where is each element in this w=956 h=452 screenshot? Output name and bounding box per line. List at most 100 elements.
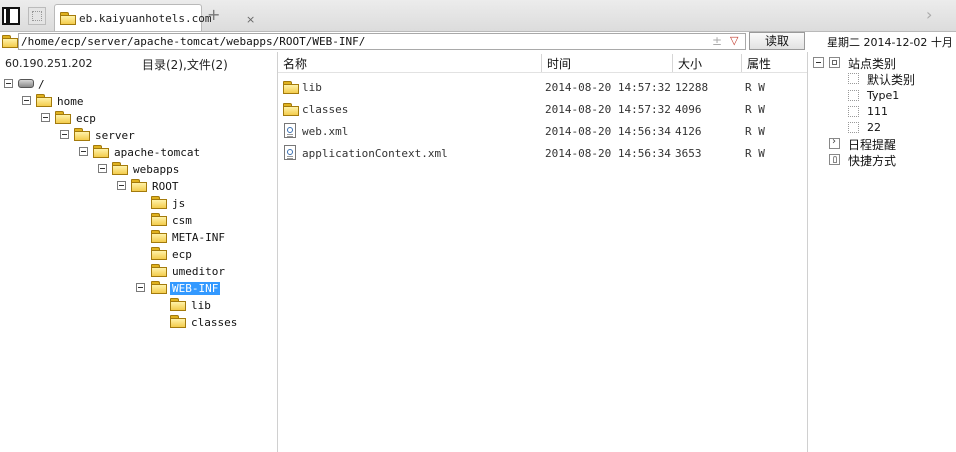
column-header-time[interactable]: 时间 xyxy=(547,55,571,72)
shortcuts-label: 快捷方式 xyxy=(848,154,897,168)
folder-icon xyxy=(283,103,299,116)
row-size: 4096 xyxy=(675,103,702,116)
schedule-label: 日程提醒 xyxy=(848,138,897,152)
path-input[interactable] xyxy=(18,33,746,50)
tree-label: ecp xyxy=(172,248,192,261)
folder-icon xyxy=(170,315,186,328)
collapse-icon[interactable] xyxy=(22,96,31,105)
folder-icon xyxy=(283,81,299,94)
collapse-icon[interactable] xyxy=(79,147,88,156)
tree-label: js xyxy=(172,197,186,210)
column-header-size[interactable]: 大小 xyxy=(678,55,702,72)
folder-icon xyxy=(151,213,167,226)
close-tab-icon[interactable]: × xyxy=(246,13,255,26)
row-size: 12288 xyxy=(675,81,709,94)
folder-icon xyxy=(93,145,109,158)
read-button[interactable]: 读取 xyxy=(749,32,805,50)
tree-label: server xyxy=(95,129,135,142)
shortcut-icon xyxy=(829,154,840,165)
header-divider xyxy=(278,72,807,73)
table-row[interactable]: classes 2014-08-20 14:57:32 4096 R W xyxy=(280,99,806,120)
collapse-icon[interactable] xyxy=(60,130,69,139)
folder-icon xyxy=(151,247,167,260)
folder-icon xyxy=(151,281,167,294)
row-name: web.xml xyxy=(302,125,349,138)
folder-icon xyxy=(151,230,167,243)
row-time: 2014-08-20 14:57:32 xyxy=(545,103,671,116)
row-attr: R W xyxy=(745,81,765,94)
row-name: classes xyxy=(302,103,349,116)
folder-icon xyxy=(74,128,90,141)
folder-icon xyxy=(60,12,76,25)
row-name: applicationContext.xml xyxy=(302,147,448,160)
table-row[interactable]: applicationContext.xml 2014-08-20 14:56:… xyxy=(280,143,806,164)
category-label: 22 xyxy=(867,121,881,134)
row-size: 4126 xyxy=(675,125,702,138)
column-header-name[interactable]: 名称 xyxy=(283,55,307,72)
add-tab-icon[interactable]: + xyxy=(207,5,220,24)
collapse-icon[interactable] xyxy=(41,113,50,122)
column-separator[interactable] xyxy=(672,54,673,72)
scroll-tabs-right-icon[interactable]: › xyxy=(926,5,932,24)
new-window-icon[interactable] xyxy=(28,7,46,25)
table-row[interactable]: lib 2014-08-20 14:57:32 12288 R W xyxy=(280,77,806,98)
row-attr: R W xyxy=(745,125,765,138)
history-dropdown-icon[interactable]: ▽ xyxy=(730,34,738,47)
column-separator[interactable] xyxy=(741,54,742,72)
tree-label: umeditor xyxy=(172,265,225,278)
dir-file-count: 目录(2),文件(2) xyxy=(142,58,228,72)
folder-icon xyxy=(151,196,167,209)
tab-title: eb.kaiyuanhotels.com xyxy=(79,12,212,25)
row-attr: R W xyxy=(745,147,765,160)
address-folder-icon xyxy=(2,35,18,48)
folder-icon xyxy=(131,179,147,192)
divider-right[interactable] xyxy=(807,52,808,452)
folder-icon xyxy=(112,162,128,175)
xml-file-icon xyxy=(284,145,296,160)
category-icon xyxy=(848,106,859,117)
server-ip: 60.190.251.202 xyxy=(5,57,93,70)
collapse-icon[interactable] xyxy=(4,79,13,88)
folder-icon xyxy=(36,94,52,107)
xml-file-icon xyxy=(284,123,296,138)
category-label: 111 xyxy=(867,105,888,118)
tree-label: ecp xyxy=(76,112,96,125)
category-label: Type1 xyxy=(867,89,900,102)
category-icon xyxy=(848,73,859,84)
collapse-icon[interactable] xyxy=(98,164,107,173)
folder-icon xyxy=(55,111,71,124)
row-name: lib xyxy=(302,81,322,94)
row-time: 2014-08-20 14:56:34 xyxy=(545,147,671,160)
column-separator[interactable] xyxy=(541,54,542,72)
tree-label: META-INF xyxy=(172,231,225,244)
favorite-icon[interactable]: ± xyxy=(712,34,722,48)
folder-icon xyxy=(170,298,186,311)
tree-label: classes xyxy=(191,316,238,329)
collapse-icon[interactable] xyxy=(136,283,145,292)
row-time: 2014-08-20 14:56:34 xyxy=(545,125,671,138)
tree-label-selected: WEB-INF xyxy=(170,282,221,295)
row-size: 3653 xyxy=(675,147,702,160)
site-category-label: 站点类别 xyxy=(848,57,897,71)
tree-label: csm xyxy=(172,214,192,227)
row-attr: R W xyxy=(745,103,765,116)
site-icon xyxy=(829,57,840,68)
category-icon xyxy=(848,122,859,133)
row-time: 2014-08-20 14:57:32 xyxy=(545,81,671,94)
tree-label: ROOT xyxy=(152,180,179,193)
panel-toggle-icon[interactable] xyxy=(2,7,20,25)
column-header-attr[interactable]: 属性 xyxy=(747,55,771,72)
collapse-icon[interactable] xyxy=(813,57,824,68)
tree-label: apache-tomcat xyxy=(114,146,201,159)
collapse-icon[interactable] xyxy=(117,181,126,190)
date-status: 星期二 2014-12-02 十月 xyxy=(827,36,953,49)
divider-left[interactable] xyxy=(277,52,278,452)
schedule-icon xyxy=(829,136,840,149)
tab-bar: eb.kaiyuanhotels.com × + › xyxy=(0,0,956,32)
table-row[interactable]: web.xml 2014-08-20 14:56:34 4126 R W xyxy=(280,121,806,142)
tab-active[interactable]: eb.kaiyuanhotels.com × xyxy=(54,4,255,31)
folder-icon xyxy=(151,264,167,277)
category-label: 默认类别 xyxy=(867,73,916,87)
tree-label: webapps xyxy=(133,163,180,176)
category-icon xyxy=(848,90,859,101)
